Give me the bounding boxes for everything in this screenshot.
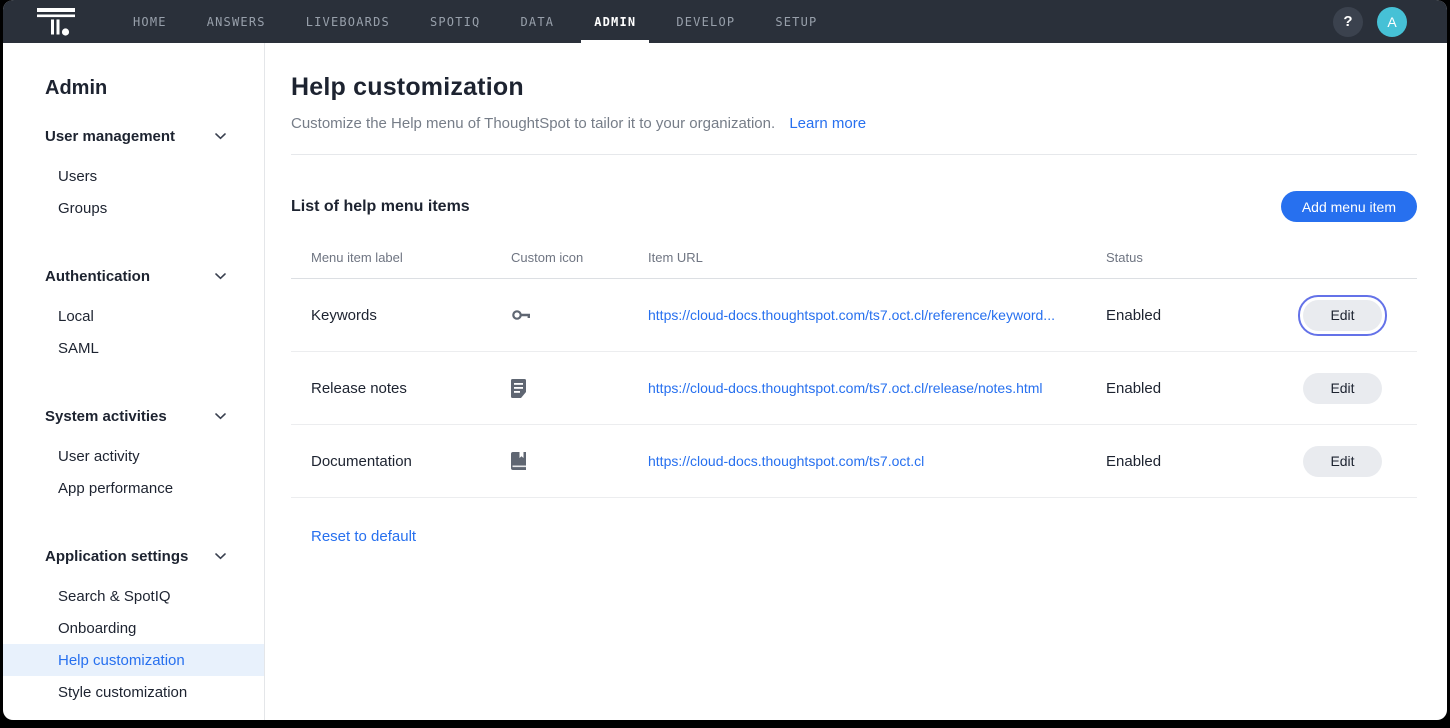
sidebar-header-user-management[interactable]: User management — [3, 120, 264, 152]
sidebar-header-label: Application settings — [45, 547, 189, 565]
nav-right-controls: ? A — [1333, 0, 1447, 43]
status-text: Enabled — [1106, 306, 1162, 324]
help-menu-table: Menu item label Custom icon Item URL Sta… — [291, 250, 1417, 498]
sidebar-item-users[interactable]: Users — [3, 160, 264, 192]
main-content: Help customization Customize the Help me… — [265, 43, 1447, 720]
sidebar-section-authentication: Authentication Local SAML — [3, 260, 264, 364]
header-divider — [291, 154, 1417, 155]
sidebar-item-help-customization[interactable]: Help customization — [3, 644, 264, 676]
sidebar-header-label: System activities — [45, 407, 167, 425]
table-row: Release notes https://cloud-docs.thought… — [291, 352, 1417, 425]
add-menu-item-button[interactable]: Add menu item — [1280, 191, 1417, 222]
learn-more-link[interactable]: Learn more — [789, 115, 866, 132]
col-header-item-url: Item URL — [648, 250, 703, 265]
thoughtspot-logo[interactable] — [3, 0, 113, 43]
sidebar-header-label: User management — [45, 127, 176, 145]
nav-item-data[interactable]: DATA — [501, 0, 575, 43]
nav-item-develop[interactable]: DEVELOP — [656, 0, 755, 43]
sidebar-item-search-spotiq[interactable]: Search & SpotIQ — [3, 580, 264, 612]
table-header-row: Menu item label Custom icon Item URL Sta… — [291, 250, 1417, 279]
thoughtspot-logo-icon — [37, 7, 75, 36]
sidebar-section-system-activities: System activities User activity App perf… — [3, 400, 264, 504]
admin-sidebar: Admin User management Users Groups Authe… — [3, 43, 265, 720]
nav-item-answers[interactable]: ANSWERS — [187, 0, 286, 43]
reset-to-default-link[interactable]: Reset to default — [311, 528, 416, 545]
page-subtitle: Customize the Help menu of ThoughtSpot t… — [291, 115, 1417, 132]
item-url-link[interactable]: https://cloud-docs.thoughtspot.com/ts7.o… — [648, 307, 1055, 323]
nav-item-spotiq[interactable]: SPOTIQ — [410, 0, 501, 43]
status-text: Enabled — [1106, 452, 1162, 470]
col-header-menu-item-label: Menu item label — [311, 250, 403, 265]
sidebar-header-label: Authentication — [45, 267, 150, 285]
release-notes-icon — [511, 378, 648, 398]
app-window: HOME ANSWERS LIVEBOARDS SPOTIQ DATA ADMI… — [3, 0, 1447, 720]
chevron-down-icon — [215, 552, 226, 560]
sidebar-title: Admin — [45, 77, 108, 99]
subtitle-text: Customize the Help menu of ThoughtSpot t… — [291, 115, 776, 132]
help-button[interactable]: ? — [1333, 6, 1363, 37]
table-row: Documentation https://cloud-docs.thought… — [291, 425, 1417, 498]
sidebar-header-authentication[interactable]: Authentication — [3, 260, 264, 292]
sidebar-item-style-customization[interactable]: Style customization — [3, 676, 264, 708]
menu-item-label: Keywords — [311, 306, 377, 324]
menu-item-label: Release notes — [311, 379, 407, 397]
sidebar-header-system-activities[interactable]: System activities — [3, 400, 264, 432]
nav-menu: HOME ANSWERS LIVEBOARDS SPOTIQ DATA ADMI… — [113, 0, 837, 43]
chevron-down-icon — [215, 412, 226, 420]
chevron-down-icon — [215, 132, 226, 140]
item-url-link[interactable]: https://cloud-docs.thoughtspot.com/ts7.o… — [648, 380, 1043, 396]
sidebar-item-saml[interactable]: SAML — [3, 332, 264, 364]
sidebar-item-local[interactable]: Local — [3, 300, 264, 332]
window-frame: HOME ANSWERS LIVEBOARDS SPOTIQ DATA ADMI… — [0, 0, 1450, 728]
menu-item-label: Documentation — [311, 452, 412, 470]
page-title: Help customization — [291, 73, 524, 101]
sidebar-section-application-settings: Application settings Search & SpotIQ Onb… — [3, 540, 264, 708]
edit-button[interactable]: Edit — [1303, 299, 1382, 331]
col-header-custom-icon: Custom icon — [511, 250, 584, 265]
item-url-link[interactable]: https://cloud-docs.thoughtspot.com/ts7.o… — [648, 453, 924, 469]
sidebar-item-groups[interactable]: Groups — [3, 192, 264, 224]
sidebar-item-user-activity[interactable]: User activity — [3, 440, 264, 472]
top-nav-bar: HOME ANSWERS LIVEBOARDS SPOTIQ DATA ADMI… — [3, 0, 1447, 43]
book-icon — [511, 452, 648, 470]
edit-button[interactable]: Edit — [1303, 445, 1382, 477]
col-header-status: Status — [1106, 250, 1143, 265]
sidebar-item-onboarding[interactable]: Onboarding — [3, 612, 264, 644]
nav-item-liveboards[interactable]: LIVEBOARDS — [286, 0, 410, 43]
status-text: Enabled — [1106, 379, 1162, 397]
nav-item-home[interactable]: HOME — [113, 0, 187, 43]
sidebar-item-app-performance[interactable]: App performance — [3, 472, 264, 504]
avatar[interactable]: A — [1377, 6, 1407, 37]
key-icon — [511, 307, 648, 323]
sidebar-section-user-management: User management Users Groups — [3, 120, 264, 224]
nav-item-admin[interactable]: ADMIN — [574, 0, 656, 43]
edit-button-focus-ring: Edit — [1298, 294, 1387, 336]
table-row: Keywords https://cloud-docs.thoughtspot.… — [291, 279, 1417, 352]
sidebar-header-application-settings[interactable]: Application settings — [3, 540, 264, 572]
list-section-title: List of help menu items — [291, 197, 470, 215]
chevron-down-icon — [215, 272, 226, 280]
nav-item-setup[interactable]: SETUP — [755, 0, 837, 43]
edit-button[interactable]: Edit — [1303, 372, 1382, 404]
